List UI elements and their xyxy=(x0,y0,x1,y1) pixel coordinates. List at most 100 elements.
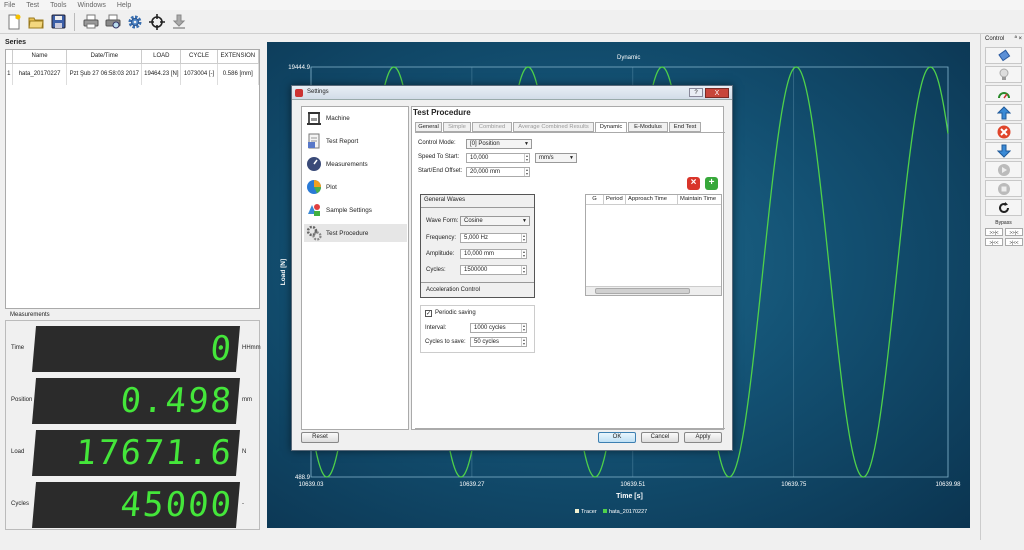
dialog-titlebar[interactable]: Settings ? X xyxy=(292,86,732,100)
control-mode-select[interactable]: [0] Position ▼ xyxy=(466,139,532,149)
wave-periods-table[interactable]: G Period Approach Time Maintain Time xyxy=(585,194,722,296)
menu-file[interactable]: File xyxy=(4,2,15,9)
crosshair-target-icon[interactable] xyxy=(148,13,166,31)
open-folder-icon[interactable] xyxy=(27,13,45,31)
amplitude-label: Amplitude: xyxy=(426,251,455,257)
spinner-icon[interactable]: ▲ ▼ xyxy=(524,168,529,176)
x-tick-label: 10639.27 xyxy=(459,482,485,488)
settings-gear-icon[interactable] xyxy=(126,13,144,31)
cancel-button[interactable]: Cancel xyxy=(641,432,679,443)
x-tick-label: 10639.51 xyxy=(620,482,646,488)
bypass-button-2[interactable]: >>|< xyxy=(1005,228,1023,236)
add-row-button[interactable]: + xyxy=(705,177,718,190)
column-period[interactable]: Period xyxy=(604,195,626,204)
menu-test[interactable]: Test xyxy=(26,2,39,9)
apply-button[interactable]: Apply xyxy=(684,432,722,443)
tab-end-test[interactable]: End Test xyxy=(669,122,701,132)
cycles-value: 1500000 xyxy=(464,267,488,273)
save-icon[interactable] xyxy=(49,13,67,31)
datetime-column-header[interactable]: Date/Time xyxy=(66,50,143,64)
status-bar xyxy=(0,540,1024,550)
spinner-icon[interactable]: ▲ ▼ xyxy=(521,250,526,258)
start-end-offset-label: Start/End Offset: xyxy=(418,168,463,174)
spinner-icon[interactable]: ▲ ▼ xyxy=(521,266,526,274)
amplitude-field[interactable]: 10,000 mm ▲ ▼ xyxy=(460,249,527,259)
reset-button[interactable]: Reset xyxy=(301,432,339,443)
column-approach-time[interactable]: Approach Time xyxy=(626,195,678,204)
digital-display: 17671.6 xyxy=(31,430,241,476)
play-button[interactable] xyxy=(985,161,1022,178)
arrow-down-icon xyxy=(996,144,1011,158)
row-datetime: Pzt Şub 27 06:58:03 2017 xyxy=(66,63,143,85)
menu-tools[interactable]: Tools xyxy=(50,2,66,9)
cycles-field[interactable]: 1500000 ▲ ▼ xyxy=(460,265,527,275)
print-icon[interactable] xyxy=(82,13,100,31)
table-row[interactable]: 1 hata_20170227 Pzt Şub 27 06:58:03 2017… xyxy=(6,63,260,85)
move-up-button[interactable] xyxy=(985,104,1022,121)
move-down-button[interactable] xyxy=(985,142,1022,159)
load-column-header[interactable]: LOAD xyxy=(141,50,182,64)
report-icon xyxy=(308,133,320,149)
wave-form-select[interactable]: Cosine ▼ xyxy=(460,216,530,226)
cycle-column-header[interactable]: CYCLE xyxy=(180,50,218,64)
light-bulb-icon xyxy=(999,68,1008,80)
speed-to-start-field[interactable]: 10,000 ▲ ▼ xyxy=(466,153,530,163)
chevron-down-icon: ▼ xyxy=(569,155,574,161)
bypass-button-1[interactable]: >>|< xyxy=(985,228,1003,236)
scrollbar-thumb[interactable] xyxy=(595,288,690,294)
wave-form-label: Wave Form: xyxy=(426,218,459,224)
speedometer-button[interactable] xyxy=(985,85,1022,102)
nav-item-measurements[interactable]: Measurements xyxy=(304,155,407,173)
digital-display: 45000 xyxy=(31,482,241,528)
speed-to-start-label: Speed To Start: xyxy=(418,154,460,160)
refresh-button[interactable] xyxy=(985,199,1022,216)
nav-item-test-procedure[interactable]: Test Procedure xyxy=(304,224,407,242)
bypass-button-3[interactable]: >|<< xyxy=(985,238,1003,246)
download-arrow-icon[interactable] xyxy=(170,13,188,31)
spinner-icon[interactable]: ▲ ▼ xyxy=(521,324,526,332)
tab-combined[interactable]: Combined xyxy=(472,122,512,132)
column-g[interactable]: G xyxy=(586,195,604,204)
tab-general[interactable]: General xyxy=(415,122,442,132)
series-table[interactable]: Name Date/Time LOAD CYCLE EXTENSION 1 ha… xyxy=(5,49,260,309)
horizontal-scrollbar[interactable] xyxy=(586,286,721,295)
remove-row-button[interactable]: × xyxy=(687,177,700,190)
frequency-field[interactable]: 5,000 Hz ▲ ▼ xyxy=(460,233,527,243)
spinner-icon[interactable]: ▲ ▼ xyxy=(521,338,526,346)
new-file-icon[interactable] xyxy=(5,13,23,31)
acceleration-control-label[interactable]: Acceleration Control xyxy=(426,287,480,293)
record-stop-button[interactable] xyxy=(985,180,1022,197)
speed-unit-select[interactable]: mm/s ▼ xyxy=(535,153,577,163)
panel-close-icon[interactable]: ª × xyxy=(1015,34,1022,44)
periodic-saving-checkbox[interactable]: ✓ xyxy=(425,310,432,317)
eraser-button[interactable] xyxy=(985,47,1022,64)
start-end-offset-field[interactable]: 20,000 mm ▲ ▼ xyxy=(466,167,530,177)
menu-help[interactable]: Help xyxy=(117,2,131,9)
light-bulb-button[interactable] xyxy=(985,66,1022,83)
speed-unit-value: mm/s xyxy=(539,155,554,161)
spinner-icon[interactable]: ▲ ▼ xyxy=(524,154,529,162)
tab-average-combined[interactable]: Average Combined Results xyxy=(513,122,594,132)
measurement-time: Time 0 HHmm xyxy=(6,324,261,374)
nav-item-sample-settings[interactable]: Sample Settings xyxy=(304,201,407,219)
cycles-to-save-field[interactable]: 50 cycles ▲ ▼ xyxy=(470,337,527,347)
nav-item-plot[interactable]: Plot xyxy=(304,178,407,196)
bypass-button-4[interactable]: >|<< xyxy=(1005,238,1023,246)
print-preview-icon[interactable] xyxy=(104,13,122,31)
extension-column-header[interactable]: EXTENSION xyxy=(217,50,260,64)
menu-windows[interactable]: Windows xyxy=(77,2,105,9)
ok-button[interactable]: OK xyxy=(598,432,636,443)
close-button[interactable]: X xyxy=(705,88,729,98)
stop-button[interactable] xyxy=(985,123,1022,140)
column-maintain-time[interactable]: Maintain Time xyxy=(678,195,721,204)
interval-field[interactable]: 1000 cycles ▲ ▼ xyxy=(470,323,527,333)
gears-icon xyxy=(306,225,322,241)
name-column-header[interactable]: Name xyxy=(12,50,68,64)
tab-e-modulus[interactable]: E-Modulus xyxy=(628,122,668,132)
help-button[interactable]: ? xyxy=(689,88,703,97)
control-mode-label: Control Mode: xyxy=(418,140,456,146)
nav-item-machine[interactable]: Machine xyxy=(304,109,407,127)
nav-item-test-report[interactable]: Test Report xyxy=(304,132,407,150)
tab-simple[interactable]: Simple xyxy=(443,122,471,132)
spinner-icon[interactable]: ▲ ▼ xyxy=(521,234,526,242)
